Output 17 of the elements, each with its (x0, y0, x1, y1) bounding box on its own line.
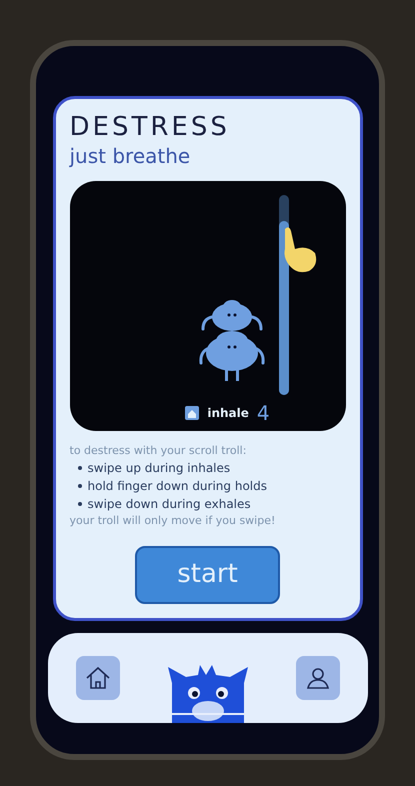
count-label: 4 (256, 402, 270, 422)
intro-text: to destress with your scroll troll: (70, 442, 248, 458)
bullet-icon (78, 466, 82, 470)
note-text: your troll will only move if you swipe! (70, 513, 276, 529)
home-button[interactable] (76, 656, 120, 700)
profile-button[interactable] (296, 656, 340, 700)
phase-label: inhale (207, 404, 249, 422)
troll-home-icon (185, 406, 200, 420)
subtitle: just breathe (70, 144, 192, 168)
instruction-item: swipe down during exhales (88, 496, 251, 513)
instruction-item: hold finger down during holds (88, 478, 267, 495)
bullet-icon (78, 502, 82, 506)
bullet-icon (78, 484, 82, 488)
title: DESTRESS (70, 111, 231, 144)
troll-mascot-button[interactable] (166, 662, 250, 722)
instruction-item: swipe up during inhales (88, 460, 230, 477)
start-button[interactable]: start (135, 546, 280, 604)
